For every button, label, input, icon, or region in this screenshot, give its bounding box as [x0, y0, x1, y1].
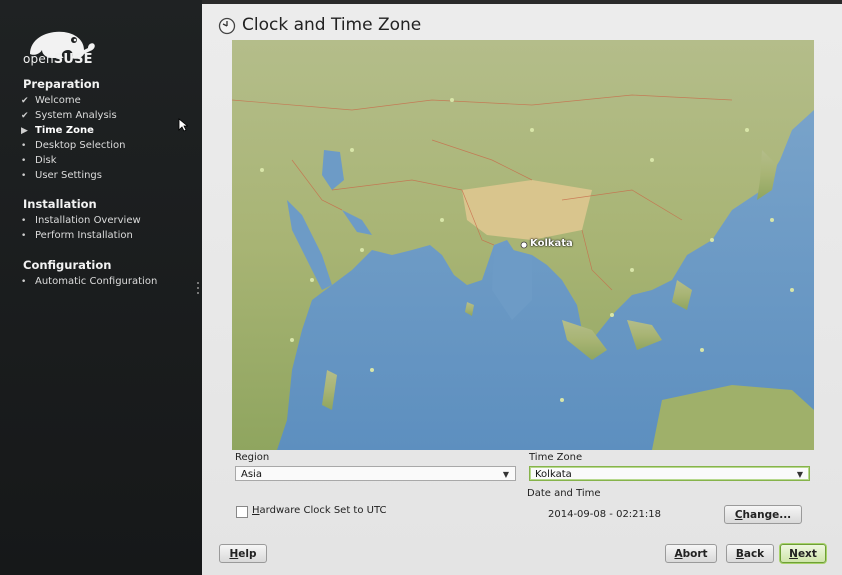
sidebar-item-installation-overview: • Installation Overview: [21, 215, 141, 226]
section-installation: Installation: [23, 197, 97, 211]
help-button[interactable]: Help: [219, 544, 267, 563]
hardware-clock-utc-label[interactable]: Hardware Clock Set to UTC: [252, 505, 386, 516]
sidebar-item-perform-installation: • Perform Installation: [21, 230, 133, 241]
clock-icon: [218, 17, 236, 35]
region-combobox[interactable]: Asia ▼: [235, 466, 516, 481]
check-icon: ✔: [21, 110, 29, 121]
bullet-icon: •: [21, 230, 27, 241]
bullet-icon: •: [21, 140, 27, 151]
sidebar-resize-handle[interactable]: [197, 282, 200, 296]
sidebar-item-welcome: ✔ Welcome: [21, 95, 81, 106]
sidebar-item-disk: • Disk: [21, 155, 57, 166]
time-zone-value: Kolkata: [535, 469, 572, 480]
region-value: Asia: [241, 469, 262, 480]
back-button[interactable]: Back: [726, 544, 774, 563]
time-zone-map[interactable]: Kolkata: [232, 40, 814, 450]
bullet-icon: •: [21, 276, 27, 287]
chevron-down-icon: ▼: [502, 470, 509, 479]
section-preparation: Preparation: [23, 77, 100, 91]
selected-city-marker: [520, 241, 528, 249]
sidebar-item-automatic-configuration: • Automatic Configuration: [21, 276, 158, 287]
sidebar-item-desktop-selection: • Desktop Selection: [21, 140, 126, 151]
date-time-label: Date and Time: [527, 488, 601, 499]
section-configuration: Configuration: [23, 258, 112, 272]
sidebar-item-system-analysis: ✔ System Analysis: [21, 110, 117, 121]
triangle-right-icon: ▶: [21, 125, 28, 136]
bullet-icon: •: [21, 155, 27, 166]
change-button[interactable]: Change...: [724, 505, 802, 524]
time-zone-label: Time Zone: [529, 452, 583, 463]
brand-wordmark: openSUSE: [23, 52, 93, 67]
region-label: Region: [235, 452, 270, 463]
time-zone-combobox[interactable]: Kolkata ▼: [529, 466, 810, 481]
installer-window: openSUSE Preparation ✔ Welcome ✔ System An…: [0, 0, 842, 575]
sidebar-item-time-zone: ▶ Time Zone: [21, 125, 94, 136]
world-map-graphic: [232, 40, 814, 450]
hardware-clock-utc-checkbox[interactable]: [236, 506, 248, 518]
abort-button[interactable]: Abort: [665, 544, 717, 563]
chevron-down-icon: ▼: [796, 470, 803, 479]
main-panel: Clock and Time Zone Kolkata Region Asia …: [202, 4, 842, 575]
selected-city-label: Kolkata: [530, 238, 573, 249]
bullet-icon: •: [21, 170, 27, 181]
next-button[interactable]: Next: [780, 544, 826, 563]
date-time-value: 2014-09-08 - 02:21:18: [548, 509, 661, 520]
sidebar-item-user-settings: • User Settings: [21, 170, 102, 181]
page-title: Clock and Time Zone: [242, 15, 422, 35]
sidebar: openSUSE Preparation ✔ Welcome ✔ System An…: [0, 0, 202, 575]
bullet-icon: •: [21, 215, 27, 226]
mouse-pointer-icon: [178, 118, 188, 132]
check-icon: ✔: [21, 95, 29, 106]
